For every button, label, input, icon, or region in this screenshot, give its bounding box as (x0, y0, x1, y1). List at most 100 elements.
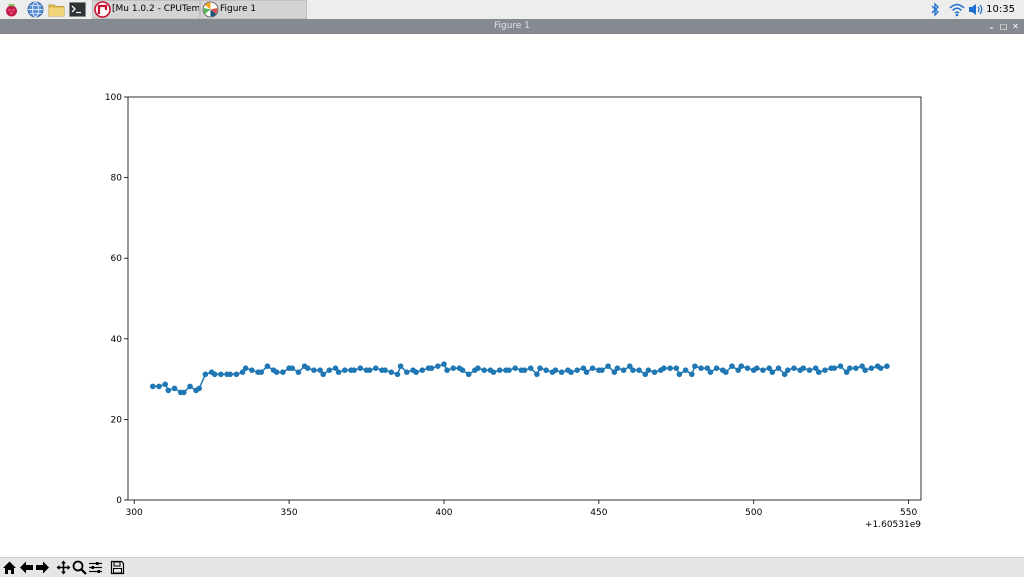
data-point (227, 371, 233, 378)
data-point (769, 369, 776, 376)
data-point (320, 371, 327, 378)
bluetooth-icon[interactable] (930, 2, 940, 17)
data-point (441, 361, 447, 368)
data-point (775, 365, 782, 372)
y-tick-label: 100 (105, 93, 122, 103)
data-point (366, 367, 373, 374)
data-point (326, 367, 333, 374)
data-point (847, 365, 853, 372)
data-point (171, 385, 178, 392)
data-point (162, 381, 168, 388)
forward-icon[interactable] (35, 560, 50, 575)
figure-canvas[interactable]: 300 350 400 450 500 550 0 20 40 60 80 100 +1.60531e9 (0, 35, 1024, 557)
data-point (335, 369, 342, 376)
data-point (689, 371, 695, 378)
back-icon[interactable] (19, 560, 34, 575)
maximize-icon[interactable]: □ (999, 21, 1008, 32)
data-point (738, 363, 745, 370)
clock[interactable]: 10:35 (986, 0, 1015, 19)
y-tick-label: 80 (111, 174, 123, 184)
data-point (667, 365, 673, 372)
data-point (280, 369, 286, 376)
data-point (187, 383, 193, 390)
data-point (868, 365, 875, 372)
data-point (428, 365, 435, 372)
data-point (884, 363, 890, 370)
x-offset-label: +1.60531e9 (865, 520, 921, 530)
raspberry-menu-icon[interactable] (3, 1, 20, 18)
data-point (589, 365, 596, 372)
data-point (156, 383, 162, 390)
data-point (853, 365, 859, 372)
data-point (692, 363, 698, 370)
close-icon[interactable]: ✕ (1011, 21, 1020, 32)
data-point (791, 365, 797, 372)
data-point (394, 371, 401, 378)
data-point (527, 365, 534, 372)
web-browser-icon[interactable] (27, 1, 44, 18)
data-point (707, 369, 714, 376)
data-point (537, 365, 543, 372)
data-point (202, 371, 209, 378)
data-point (754, 365, 760, 372)
data-point (450, 365, 457, 372)
y-tick-label: 0 (116, 496, 122, 506)
data-point (475, 365, 481, 372)
data-point (636, 367, 642, 374)
data-point (568, 369, 574, 376)
data-point (837, 363, 844, 370)
data-point (242, 365, 249, 372)
data-point (682, 367, 689, 374)
x-tick-label: 350 (280, 508, 297, 518)
wifi-icon[interactable] (949, 2, 965, 17)
data-point (444, 367, 450, 374)
file-manager-icon[interactable] (48, 1, 65, 18)
data-point (800, 365, 807, 372)
data-point (552, 367, 559, 374)
data-point (729, 363, 735, 370)
data-point (496, 367, 503, 374)
data-point (599, 367, 605, 374)
matplotlib-icon (202, 1, 219, 18)
data-point (877, 365, 884, 372)
navigation-toolbar (0, 557, 1024, 577)
configure-subplots-icon[interactable] (88, 560, 103, 575)
taskbar: [Mu 1.0.2 - CPUTemp... Figure 1 10:35 (0, 0, 1024, 20)
data-point (264, 363, 271, 370)
data-point (614, 365, 621, 372)
data-point (512, 365, 518, 372)
data-point (816, 369, 822, 376)
x-tick-label: 450 (590, 508, 607, 518)
task-button-mu-editor[interactable]: [Mu 1.0.2 - CPUTemp... (92, 0, 200, 19)
x-tick-label: 550 (900, 508, 917, 518)
volume-icon[interactable] (968, 2, 984, 17)
y-tick-label: 20 (111, 415, 123, 425)
data-point (150, 383, 156, 390)
data-point (465, 371, 472, 378)
data-point (806, 367, 813, 374)
minimize-icon[interactable]: ⌄ (987, 21, 996, 32)
pan-icon[interactable] (56, 560, 71, 575)
window-titlebar[interactable]: Figure 1 ⌄ □ ✕ (0, 19, 1024, 34)
zoom-icon[interactable] (72, 560, 87, 575)
data-point (744, 365, 751, 372)
data-point (605, 363, 611, 370)
data-point (357, 365, 364, 372)
data-point (304, 365, 311, 372)
data-point (419, 367, 426, 374)
data-point (521, 367, 528, 374)
save-icon[interactable] (110, 560, 125, 575)
figure-background (0, 35, 1024, 557)
data-point (397, 363, 404, 370)
task-label: [Mu 1.0.2 - CPUTemp... (112, 4, 200, 14)
data-point (831, 365, 838, 372)
data-point (543, 367, 549, 374)
data-point (181, 389, 187, 396)
data-point (698, 365, 704, 372)
data-point (645, 367, 652, 374)
home-icon[interactable] (2, 560, 17, 575)
data-point (676, 371, 683, 378)
data-point (534, 371, 540, 378)
terminal-icon[interactable] (69, 1, 86, 18)
task-button-figure[interactable]: Figure 1 (200, 0, 307, 19)
